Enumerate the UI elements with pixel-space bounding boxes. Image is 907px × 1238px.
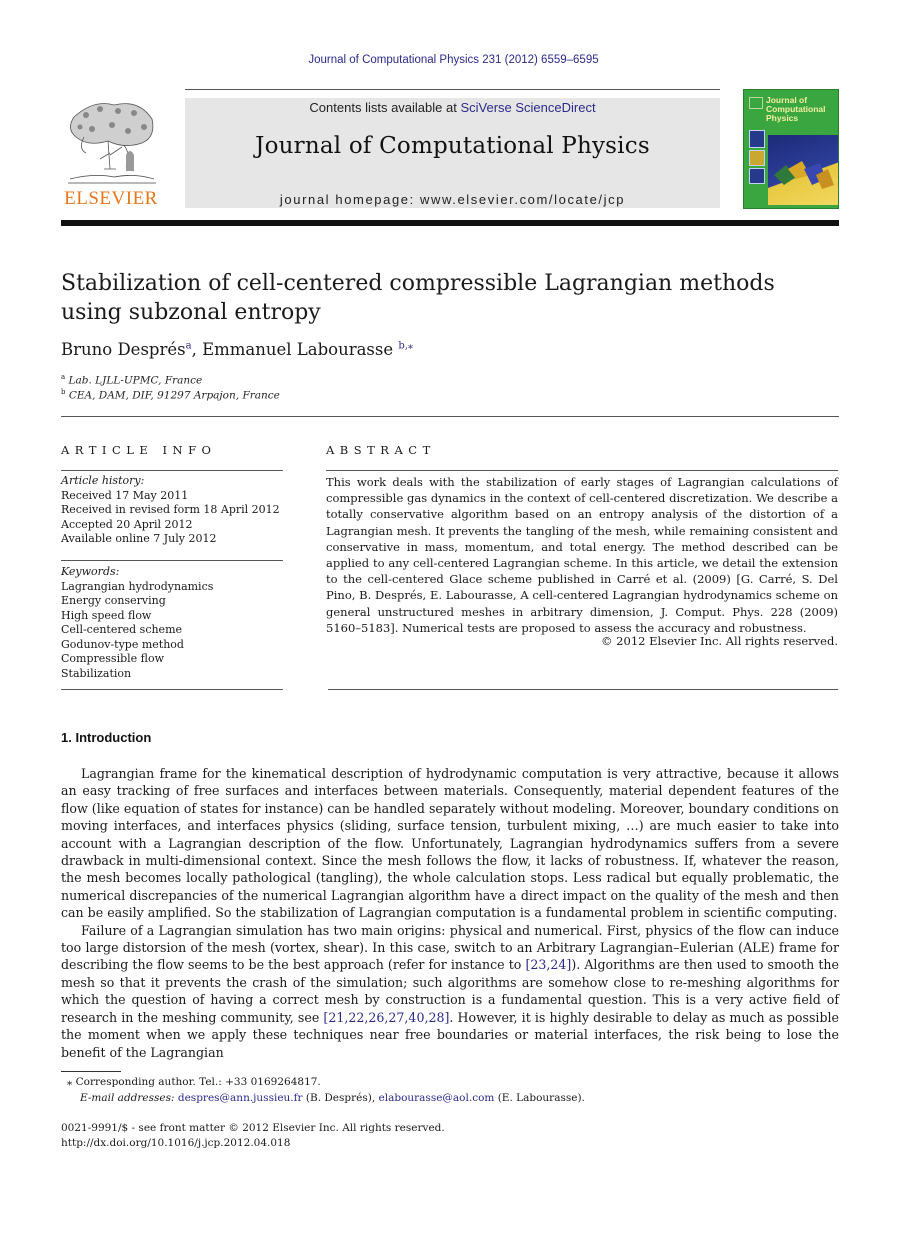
affiliation: a Lab. LJLL-UPMC, France (61, 373, 203, 387)
keyword: High speed flow (61, 608, 152, 622)
elsevier-logo[interactable]: ELSEVIER (60, 95, 162, 210)
article-info-divider (61, 560, 283, 561)
cover-thumbnail-icon (749, 168, 765, 184)
paragraph: Failure of a Lagrangian simulation has t… (61, 922, 839, 1060)
citation-link[interactable]: [23,24] (525, 957, 571, 972)
doi-link[interactable]: http://dx.doi.org/10.1016/j.jcp.2012.04.… (61, 1137, 290, 1149)
cover-thumbnail-icon (749, 150, 765, 166)
cover-title: Journal of Computational Physics (766, 95, 826, 123)
paragraph: Lagrangian frame for the kinematical des… (61, 766, 839, 921)
keyword: Stabilization (61, 666, 132, 680)
contents-line: Contents lists available at SciVerse Sci… (185, 100, 720, 115)
email-link[interactable]: elabourasse@aol.com (379, 1092, 495, 1104)
journal-homepage-link[interactable]: journal homepage: www.elsevier.com/locat… (185, 192, 720, 207)
cover-thumbnail-icon (749, 130, 765, 148)
history-item: Available online 7 July 2012 (61, 532, 217, 545)
journal-cover-image[interactable]: Journal of Computational Physics (743, 89, 839, 209)
article-info-divider (61, 470, 283, 471)
abstract-heading: ABSTRACT (326, 443, 436, 457)
elsevier-tree-icon (68, 103, 156, 184)
keyword: Lagrangian hydrodynamics (61, 579, 214, 593)
elsevier-wordmark: ELSEVIER (64, 188, 158, 209)
history-item: Received 17 May 2011 (61, 488, 189, 502)
keyword: Cell-centered scheme (61, 623, 183, 636)
citation-link[interactable]: [21,22,26,27,40,28] (323, 1010, 449, 1025)
contents-prefix: Contents lists available at (309, 100, 461, 115)
issn-line: 0021-9991/$ - see front matter © 2012 El… (61, 1122, 445, 1134)
cover-polyhedra-icon (774, 161, 834, 189)
footnote-rule (61, 1071, 121, 1072)
journal-name: Journal of Computational Physics (255, 133, 650, 159)
cover-publisher-badge-icon (749, 97, 763, 109)
keywords: Keywords: Lagrangian hydrodynamics Energ… (61, 565, 283, 681)
sciencedirect-link[interactable]: SciVerse ScienceDirect (460, 100, 595, 115)
introduction-body: Lagrangian frame for the kinematical des… (61, 765, 839, 1061)
cover-artwork (768, 135, 838, 205)
masthead-top-rule (185, 89, 720, 90)
running-head[interactable]: Journal of Computational Physics 231 (20… (0, 54, 907, 66)
abstract-divider (326, 470, 838, 471)
email-footnote: E-mail addresses: despres@ann.jussieu.fr… (80, 1092, 585, 1104)
abstract-text: This work deals with the stabilization o… (326, 475, 838, 635)
author-name: Emmanuel Labourasse (202, 340, 394, 359)
article-info-divider (61, 689, 283, 690)
email-link[interactable]: despres@ann.jussieu.fr (178, 1092, 303, 1104)
article-history: Article history: Received 17 May 2011 Re… (61, 474, 283, 547)
journal-masthead: Contents lists available at SciVerse Sci… (185, 98, 720, 208)
corresponding-author-note: ⁎ Corresponding author. Tel.: +33 016926… (67, 1076, 321, 1088)
history-item: Received in revised form 18 April 2012 (61, 503, 280, 516)
history-label: Article history: (61, 474, 145, 487)
masthead-bottom-rule (61, 220, 839, 226)
history-item: Accepted 20 April 2012 (61, 517, 193, 531)
keyword: Godunov-type method (61, 637, 184, 651)
author-name: Bruno Després (61, 340, 186, 359)
header-divider (61, 416, 839, 417)
keyword: Energy conserving (61, 594, 166, 607)
article-info-heading: ARTICLE INFO (61, 443, 217, 457)
keywords-label: Keywords: (61, 565, 120, 578)
abstract-divider (328, 689, 838, 690)
affiliation-mark[interactable]: b,⁎ (398, 341, 413, 352)
author-list: Bruno Desprésa, Emmanuel Labourasse b,⁎ (61, 340, 413, 359)
section-heading: 1. Introduction (61, 730, 152, 745)
article-title: Stabilization of cell-centered compressi… (61, 271, 775, 325)
abstract-copyright: © 2012 Elsevier Inc. All rights reserved… (601, 634, 838, 648)
keyword: Compressible flow (61, 652, 165, 665)
affiliation: b CEA, DAM, DIF, 91297 Arpajon, France (61, 388, 280, 402)
